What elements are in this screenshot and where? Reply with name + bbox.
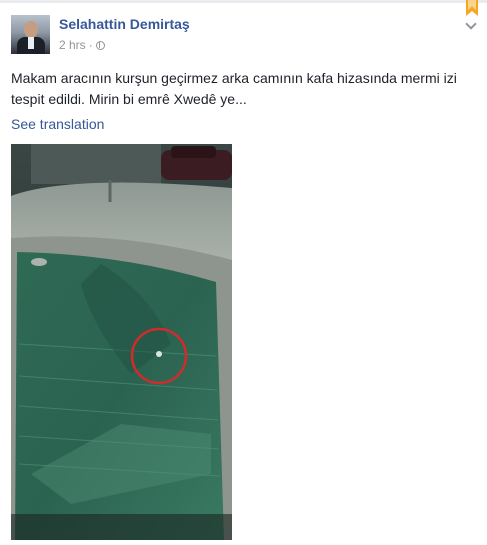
avatar-shirt: [28, 37, 34, 49]
chevron-down-icon[interactable]: [465, 18, 477, 30]
photo-image: [11, 144, 232, 540]
post-photo[interactable]: [11, 144, 232, 540]
avatar[interactable]: [11, 15, 50, 54]
post-text: Makam aracının kurşun geçirmez arka camı…: [11, 70, 457, 107]
see-translation-link[interactable]: See translation: [11, 116, 104, 132]
meta-separator: ·: [88, 38, 93, 52]
globe-icon[interactable]: [95, 41, 105, 50]
post-meta: 2 hrs ·: [59, 38, 105, 52]
author-name[interactable]: Selahattin Demirtaş: [59, 16, 190, 32]
bookmark-icon[interactable]: [466, 0, 478, 16]
avatar-face: [24, 21, 38, 38]
post-time[interactable]: 2 hrs: [59, 38, 86, 52]
top-border: [0, 0, 487, 3]
